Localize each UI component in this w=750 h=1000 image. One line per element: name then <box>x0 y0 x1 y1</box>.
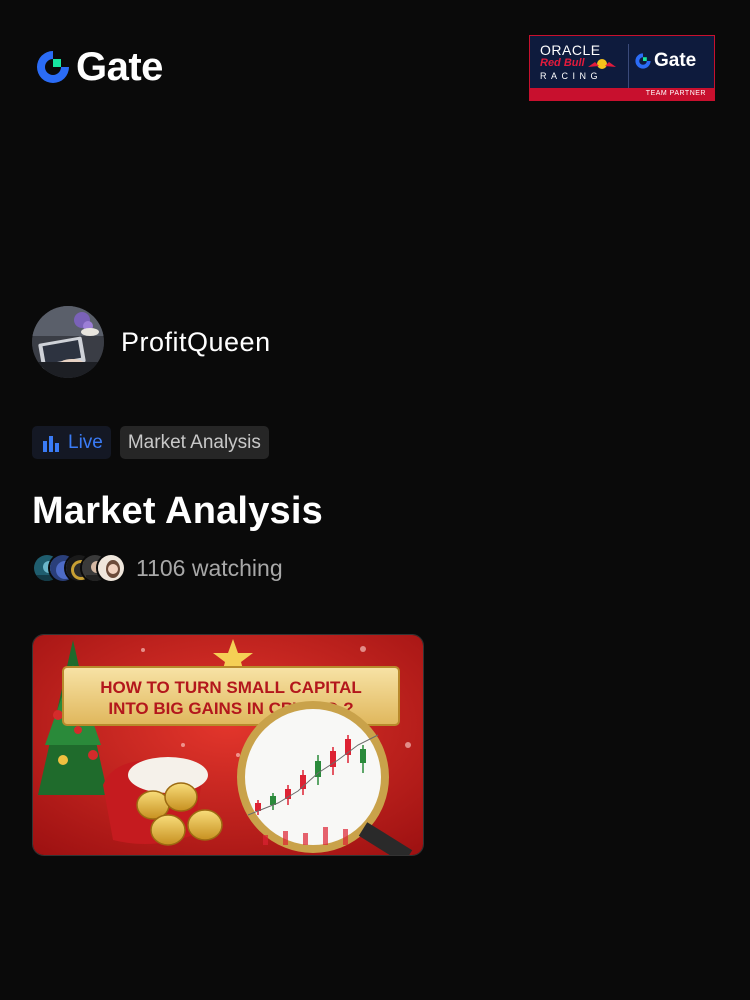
stream-thumbnail[interactable]: HOW TO TURN SMALL CAPITAL INTO BIG GAINS… <box>32 634 424 856</box>
viewer-avatars <box>32 553 126 583</box>
stream-tags: Live Market Analysis <box>32 426 269 459</box>
category-tag[interactable]: Market Analysis <box>119 426 269 459</box>
live-bars-icon <box>43 435 59 452</box>
red-bull-icon <box>588 59 616 69</box>
gate-logo-icon <box>37 51 69 83</box>
viewer-count: 1106 watching <box>32 553 283 583</box>
gate-logo[interactable]: Gate <box>34 45 163 89</box>
gate-logo-icon <box>635 53 651 69</box>
oracle-red-bull-partner-badge: ORACLE Red Bull RACING Gate TEAM PARTNER <box>529 35 715 101</box>
gate-logo-text: Gate <box>76 45 163 89</box>
watching-count: 1106 watching <box>136 554 283 581</box>
thumbnail-headline-1: HOW TO TURN SMALL CAPITAL <box>100 678 362 697</box>
live-tag-label: Live <box>68 431 103 453</box>
host-name[interactable]: ProfitQueen <box>121 327 271 358</box>
viewer-avatar <box>96 553 126 583</box>
stream-title: Market Analysis <box>32 490 323 532</box>
live-tag: Live <box>32 426 111 459</box>
host-avatar[interactable] <box>32 306 104 378</box>
host-info[interactable]: ProfitQueen <box>32 306 271 378</box>
partner-gate-logo: Gate <box>634 50 696 72</box>
team-partner-caption: TEAM PARTNER <box>530 88 714 100</box>
